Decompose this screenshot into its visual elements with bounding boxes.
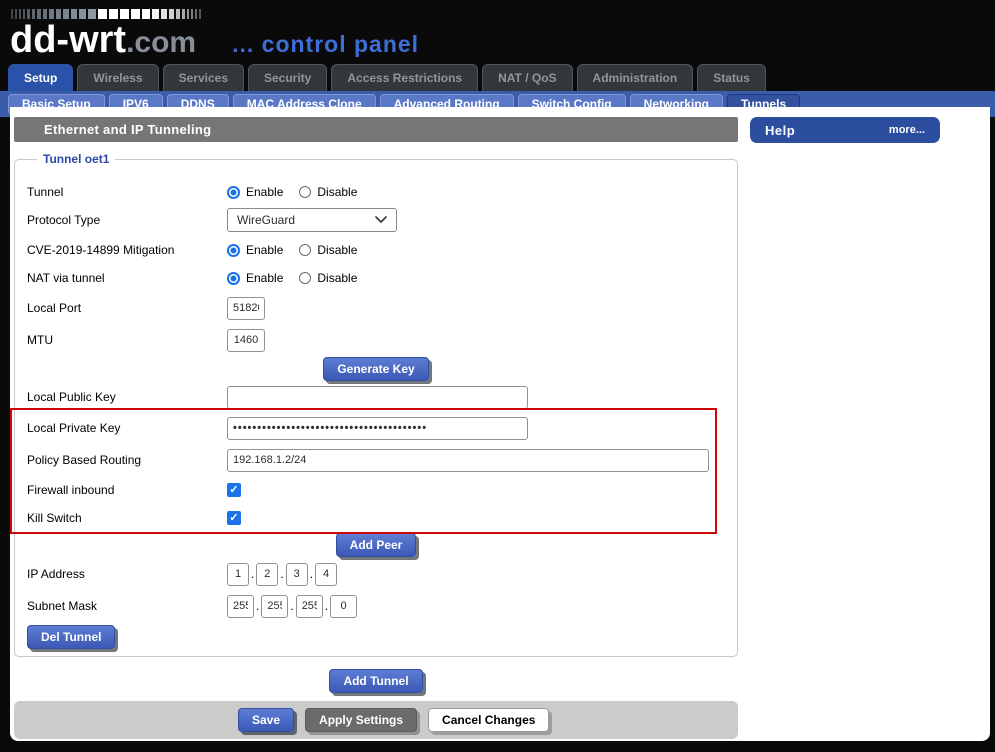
cve-disable-radio[interactable]: Disable bbox=[299, 243, 357, 257]
footer-action-bar: Save Apply Settings Cancel Changes bbox=[14, 701, 738, 739]
octet-separator: . bbox=[325, 599, 328, 613]
generate-key-button[interactable]: Generate Key bbox=[323, 357, 428, 381]
add-peer-button[interactable]: Add Peer bbox=[336, 533, 417, 557]
del-tunnel-row: Del Tunnel bbox=[15, 622, 737, 652]
apply-settings-button[interactable]: Apply Settings bbox=[305, 708, 417, 732]
mask-octet-4-input[interactable] bbox=[330, 595, 357, 618]
local-port-label: Local Port bbox=[27, 301, 227, 315]
octet-separator: . bbox=[280, 567, 283, 581]
tunnel-oet1-fieldset: Tunnel oet1 Tunnel Enable Disable Protoc… bbox=[14, 159, 738, 657]
chevron-down-icon bbox=[375, 216, 387, 224]
radio-unchecked-icon[interactable] bbox=[299, 244, 311, 256]
tab-administration[interactable]: Administration bbox=[577, 64, 694, 91]
tab-security[interactable]: Security bbox=[248, 64, 327, 91]
protocol-type-label: Protocol Type bbox=[27, 213, 227, 227]
subnet-mask-label: Subnet Mask bbox=[27, 599, 227, 613]
tab-services[interactable]: Services bbox=[163, 64, 244, 91]
mtu-label: MTU bbox=[27, 333, 227, 347]
del-tunnel-button[interactable]: Del Tunnel bbox=[27, 625, 115, 649]
ip-octet-3-input[interactable] bbox=[286, 563, 308, 586]
tab-status[interactable]: Status bbox=[697, 64, 766, 91]
radio-checked-icon[interactable] bbox=[227, 272, 240, 285]
protocol-type-value: WireGuard bbox=[237, 213, 295, 227]
ip-octet-1-input[interactable] bbox=[227, 563, 249, 586]
ip-octet-4-input[interactable] bbox=[315, 563, 337, 586]
mask-octet-3-input[interactable] bbox=[296, 595, 323, 618]
mtu-row: MTU bbox=[15, 324, 737, 356]
policy-based-routing-label: Policy Based Routing bbox=[27, 453, 227, 467]
main-nav-tabs: Setup Wireless Services Security Access … bbox=[0, 64, 995, 91]
tunnel-disable-radio[interactable]: Disable bbox=[299, 185, 357, 199]
page-title: Ethernet and IP Tunneling bbox=[14, 117, 738, 142]
generate-key-row: Generate Key bbox=[15, 356, 737, 382]
fieldset-legend: Tunnel oet1 bbox=[37, 152, 115, 166]
help-more-link[interactable]: more... bbox=[889, 124, 925, 136]
mask-octet-1-input[interactable] bbox=[227, 595, 254, 618]
policy-based-routing-input[interactable] bbox=[227, 449, 709, 472]
ip-octet-2-input[interactable] bbox=[256, 563, 278, 586]
add-tunnel-row: Add Tunnel bbox=[14, 669, 738, 693]
cve-mitigation-label: CVE-2019-14899 Mitigation bbox=[27, 243, 227, 257]
control-panel-tagline: ... control panel bbox=[232, 31, 419, 58]
kill-switch-checkbox[interactable]: ✓ bbox=[227, 511, 241, 525]
tunnel-enable-radio[interactable]: Enable bbox=[227, 185, 283, 199]
tunnel-label: Tunnel bbox=[27, 185, 227, 199]
mask-octet-2-input[interactable] bbox=[261, 595, 288, 618]
tab-nat-qos[interactable]: NAT / QoS bbox=[482, 64, 572, 91]
protocol-type-row: Protocol Type WireGuard bbox=[15, 204, 737, 236]
save-button[interactable]: Save bbox=[238, 708, 294, 732]
radio-unchecked-icon[interactable] bbox=[299, 186, 311, 198]
nat-enable-radio[interactable]: Enable bbox=[227, 271, 283, 285]
radio-checked-icon[interactable] bbox=[227, 186, 240, 199]
local-private-key-row: Local Private Key bbox=[15, 412, 737, 444]
protocol-type-select[interactable]: WireGuard bbox=[227, 208, 397, 232]
firewall-inbound-row: Firewall inbound ✓ bbox=[15, 476, 737, 504]
local-public-key-row: Local Public Key bbox=[15, 382, 737, 412]
cve-enable-radio[interactable]: Enable bbox=[227, 243, 283, 257]
policy-based-routing-row: Policy Based Routing bbox=[15, 444, 737, 476]
add-peer-row: Add Peer bbox=[15, 532, 737, 558]
subnet-mask-row: Subnet Mask ... bbox=[15, 590, 737, 622]
kill-switch-label: Kill Switch bbox=[27, 511, 227, 525]
local-private-key-input[interactable] bbox=[227, 417, 528, 440]
help-box[interactable]: Help more... bbox=[750, 117, 940, 143]
nat-via-tunnel-row: NAT via tunnel Enable Disable bbox=[15, 264, 737, 292]
firewall-inbound-label: Firewall inbound bbox=[27, 483, 227, 497]
brand-domain: .com bbox=[126, 26, 196, 60]
local-port-input[interactable] bbox=[227, 297, 265, 320]
local-public-key-label: Local Public Key bbox=[27, 390, 227, 404]
ip-address-label: IP Address bbox=[27, 567, 227, 581]
local-public-key-input[interactable] bbox=[227, 386, 528, 409]
content-panel: Ethernet and IP Tunneling Help more... T… bbox=[10, 107, 990, 741]
logo-dashes-decoration bbox=[11, 8, 995, 20]
cancel-changes-button[interactable]: Cancel Changes bbox=[428, 708, 549, 732]
octet-separator: . bbox=[256, 599, 259, 613]
tab-wireless[interactable]: Wireless bbox=[77, 64, 158, 91]
help-label: Help bbox=[765, 123, 795, 138]
radio-checked-icon[interactable] bbox=[227, 244, 240, 257]
nat-via-tunnel-label: NAT via tunnel bbox=[27, 271, 227, 285]
highlighted-section: Local Private Key Policy Based Routing F… bbox=[15, 412, 737, 532]
brand-logo: dd-wrt bbox=[10, 21, 126, 59]
radio-unchecked-icon[interactable] bbox=[299, 272, 311, 284]
tab-setup[interactable]: Setup bbox=[8, 64, 73, 91]
octet-separator: . bbox=[290, 599, 293, 613]
ip-address-row: IP Address ... bbox=[15, 558, 737, 590]
kill-switch-row: Kill Switch ✓ bbox=[15, 504, 737, 532]
octet-separator: . bbox=[251, 567, 254, 581]
local-private-key-label: Local Private Key bbox=[27, 421, 227, 435]
site-header: dd-wrt.com ... control panel bbox=[0, 0, 995, 63]
nat-disable-radio[interactable]: Disable bbox=[299, 271, 357, 285]
cve-mitigation-row: CVE-2019-14899 Mitigation Enable Disable bbox=[15, 236, 737, 264]
tab-access-restrictions[interactable]: Access Restrictions bbox=[331, 64, 478, 91]
mtu-input[interactable] bbox=[227, 329, 265, 352]
local-port-row: Local Port bbox=[15, 292, 737, 324]
tunnel-row: Tunnel Enable Disable bbox=[15, 180, 737, 204]
firewall-inbound-checkbox[interactable]: ✓ bbox=[227, 483, 241, 497]
add-tunnel-button[interactable]: Add Tunnel bbox=[329, 669, 422, 693]
octet-separator: . bbox=[310, 567, 313, 581]
